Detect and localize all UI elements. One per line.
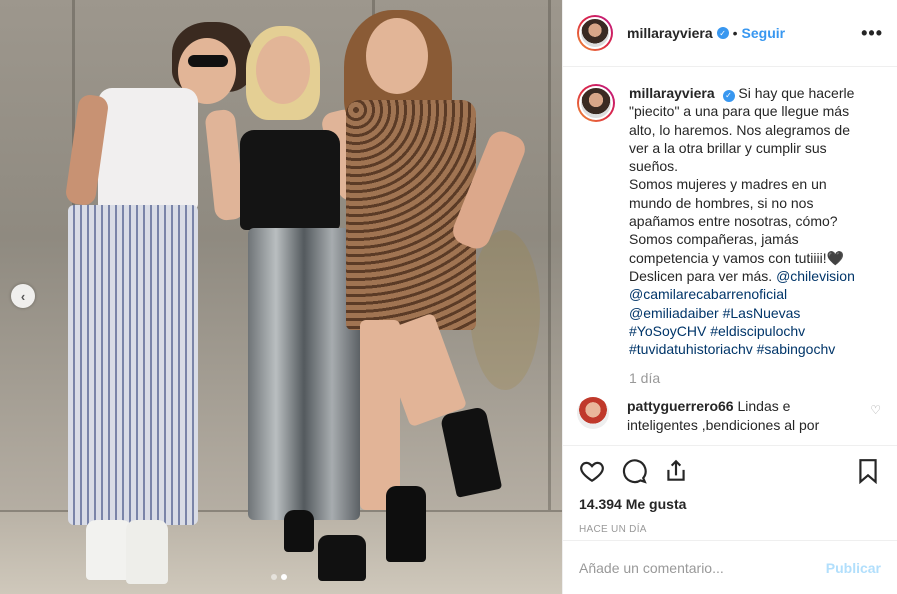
verified-badge-icon: ✓ [722,90,735,103]
comment-icon[interactable] [621,458,647,484]
action-row [579,446,881,496]
caption-line: "piecito" a una para que llegue más [629,103,850,120]
chevron-left-icon: ‹ [20,288,26,304]
post-actions: 14.394 Me gusta HACE UN DÍA [563,445,897,535]
separator-dot: • [732,25,738,41]
publish-button[interactable]: Publicar [826,560,881,576]
likes-count[interactable]: 14.394 Me gusta [579,496,881,512]
add-comment-bar: Publicar [563,540,897,594]
post-photo[interactable]: ‹ [0,0,562,594]
share-icon[interactable] [663,458,689,484]
follow-button[interactable]: Seguir [742,25,786,41]
carousel-dot [271,574,277,580]
comments-section[interactable]: millarayviera ✓ Si hay que hacerle "piec… [563,68,897,445]
instagram-post: ‹ millarayviera ✓ • Seguir ••• millarayv… [0,0,897,594]
hashtag-link[interactable]: #sabingochv [757,341,836,357]
wall-seam [548,0,551,510]
caption-line: competencia y vamos con tutiiii!🖤 [629,249,845,266]
caption-author-avatar[interactable] [577,84,615,122]
caption-line: sueños. [629,158,679,175]
mention-link[interactable]: @camilarecabarrenoficial [629,286,787,302]
comment-item: pattyguerrero66 Lindas e inteligentes ,b… [577,397,881,434]
comment-like-icon[interactable]: ♡ [870,403,881,434]
hashtag-link[interactable]: #tuvidatuhistoriachv [629,341,753,357]
save-icon[interactable] [855,458,881,484]
post-header: millarayviera ✓ • Seguir ••• [563,0,897,67]
caption-author-username[interactable]: millarayviera [629,85,715,101]
caption-line: Si hay que hacerle [738,85,855,101]
caption-line: Deslicen para ver más. [629,267,773,284]
post-date[interactable]: HACE UN DÍA [579,524,881,535]
wall-stain [470,230,540,390]
comment-input[interactable] [579,559,826,576]
hashtag-link[interactable]: #eldiscipulochv [710,323,805,339]
caption-line: Somos mujeres y madres en un [629,176,827,193]
comment-text-block: pattyguerrero66 Lindas e inteligentes ,b… [627,397,847,434]
caption-line: ver a la otra brillar y cumplir sus [629,139,827,156]
carousel-dots [271,574,287,580]
caption-line: alto, lo haremos. Nos alegramos de [629,121,850,138]
carousel-prev-button[interactable]: ‹ [11,284,35,308]
verified-badge-icon: ✓ [716,27,729,39]
hashtag-link[interactable]: #LasNuevas [723,305,801,321]
hashtag-link[interactable]: #YoSoyCHV [629,323,706,339]
mention-link[interactable]: @chilevision [776,268,855,284]
caption: millarayviera ✓ Si hay que hacerle "piec… [577,84,881,358]
mention-link[interactable]: @emiliadaiber [629,305,719,321]
caption-timestamp[interactable]: 1 día [629,370,881,386]
post-side-panel: millarayviera ✓ • Seguir ••• millarayvie… [562,0,897,594]
caption-line: mundo de hombres, si no nos [629,194,814,211]
more-options-icon[interactable]: ••• [861,23,883,44]
commenter-username[interactable]: pattyguerrero66 [627,398,734,414]
commenter-avatar[interactable] [577,397,609,430]
caption-text: millarayviera ✓ Si hay que hacerle "piec… [629,84,867,358]
author-avatar[interactable] [577,15,613,51]
heart-icon[interactable] [579,458,605,484]
caption-line: apañamos entre nosotras, cómo? [629,213,838,230]
author-username[interactable]: millarayviera [627,25,713,41]
carousel-dot-active [281,574,287,580]
caption-line: Somos compañeras, jamás [629,231,799,248]
